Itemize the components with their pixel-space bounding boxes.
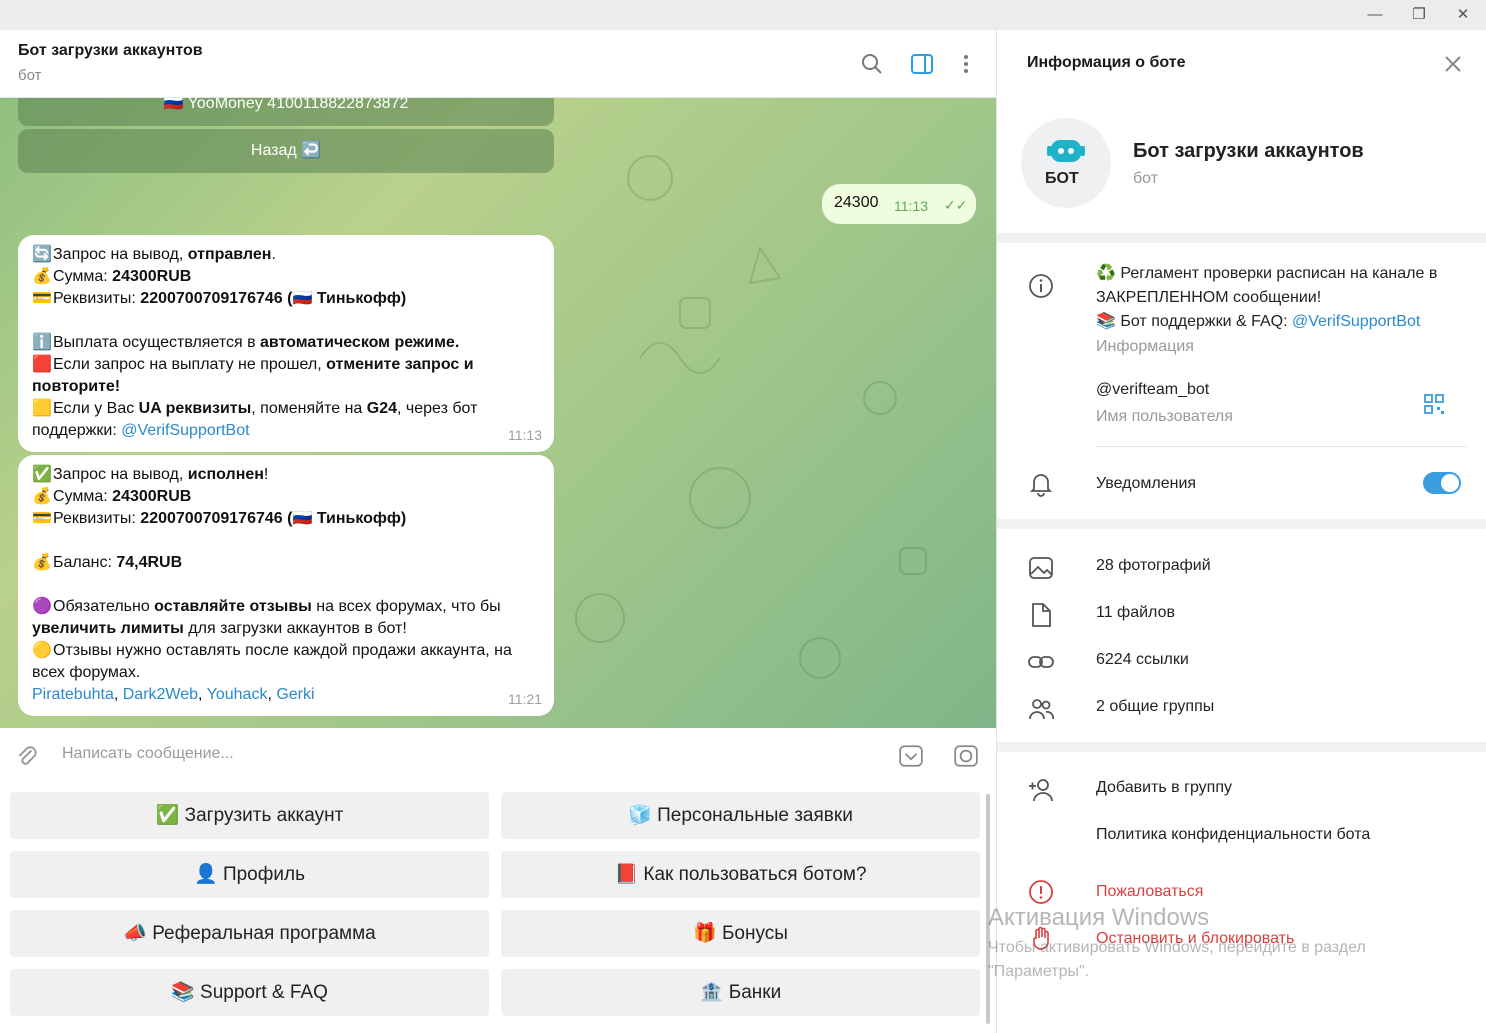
chat-title: Бот загрузки аккаунтов [18, 42, 203, 59]
username-link[interactable]: @verifteam_bot [1096, 381, 1209, 399]
profile-button[interactable]: 👤 Профиль [10, 851, 489, 898]
file-icon [1032, 603, 1051, 627]
username-label: Имя пользователя [1096, 408, 1233, 425]
bot-name: Бот загрузки аккаунтов [1133, 140, 1364, 162]
message-composer[interactable]: Написать сообщение... [0, 728, 996, 784]
message-line: 💳Реквизиты: 2200700709176746 (🇷🇺 Тинькоф… [32, 510, 407, 527]
upload-account-button[interactable]: ✅ Загрузить аккаунт [10, 792, 489, 839]
message-line: 🟣Обязательно оставляйте отзывы на всех ф… [32, 598, 501, 637]
links-count[interactable]: 6224 ссылки [1096, 651, 1189, 669]
forum-link[interactable]: Youhack [207, 686, 268, 703]
message-line: 🟡Отзывы нужно оставлять после каждой про… [32, 642, 512, 681]
bot-keyboard-icon[interactable] [898, 743, 924, 769]
window-titlebar: — ❐ ✕ [0, 0, 1486, 30]
personal-requests-button[interactable]: 🧊 Персональные заявки [501, 792, 980, 839]
message-line: 💰Сумма: 24300RUB [32, 488, 192, 505]
more-menu-icon[interactable] [954, 52, 978, 76]
forum-link[interactable]: Dark2Web [123, 686, 198, 703]
message-line: 🟥Если запрос на выплату не прошел, отмен… [32, 356, 474, 395]
files-count[interactable]: 11 файлов [1096, 604, 1175, 622]
reply-keyboard: ✅ Загрузить аккаунт 🧊 Персональные заявк… [0, 784, 996, 1033]
support-bot-link[interactable]: @VerifSupportBot [121, 422, 249, 439]
outgoing-message-time: 11:13 [894, 198, 928, 214]
notifications-label: Уведомления [1096, 475, 1197, 492]
message-input[interactable]: Написать сообщение... [62, 745, 234, 763]
avatar-label: БОТ [1045, 170, 1079, 187]
message-line: 💰Баланс: 74,4RUB [32, 554, 183, 571]
windows-activation-watermark: Активация Windows Чтобы активировать Win… [988, 904, 1366, 980]
divider [997, 233, 1486, 243]
divider [997, 519, 1486, 529]
close-icon[interactable] [1443, 54, 1463, 74]
how-to-use-button[interactable]: 📕 Как пользоваться ботом? [501, 851, 980, 898]
photos-count[interactable]: 28 фотографий [1096, 557, 1211, 575]
divider [1096, 446, 1466, 447]
toggle-knob [1441, 474, 1459, 492]
bot-info-panel: Информация о боте БОТ Бот загрузки аккау… [996, 30, 1486, 1033]
message-line: ℹ️Выплата осуществляется в автоматическо… [32, 334, 460, 351]
message-line: 💰Сумма: 24300RUB [32, 268, 192, 285]
bot-face-icon [1047, 140, 1085, 162]
bonuses-button[interactable]: 🎁 Бонусы [501, 910, 980, 957]
chat-header[interactable]: Бот загрузки аккаунтов бот [0, 30, 996, 98]
info-label: Информация [1096, 338, 1194, 355]
inline-button-yoomoney[interactable]: 🇷🇺 YooMoney 4100118822873872 [18, 98, 554, 126]
message-line: ✅Запрос на вывод, исполнен! [32, 466, 269, 483]
message-line: Piratebuhta, Dark2Web, Youhack, Gerki [32, 686, 315, 703]
notifications-toggle[interactable] [1423, 472, 1461, 494]
banks-button[interactable]: 🏦 Банки [501, 969, 980, 1016]
bot-subtitle: бот [1133, 170, 1159, 187]
avatar[interactable]: БОТ [1021, 118, 1111, 208]
photo-icon [1029, 557, 1053, 579]
chat-messages-area[interactable]: 🇷🇺 YooMoney 4100118822873872 Назад ↩️ 24… [0, 98, 996, 728]
support-bot-link[interactable]: @VerifSupportBot [1292, 313, 1420, 330]
divider [997, 742, 1486, 752]
close-window-button[interactable]: ✕ [1452, 4, 1474, 26]
add-to-group-button[interactable]: Добавить в группу [1096, 779, 1232, 797]
support-faq-button[interactable]: 📚 Support & FAQ [10, 969, 489, 1016]
outgoing-message[interactable]: 24300 11:13 ✓✓ [822, 184, 976, 224]
qr-code-icon[interactable] [1423, 393, 1445, 415]
privacy-policy-button[interactable]: Политика конфиденциальности бота [1096, 826, 1370, 844]
message-line: 🟨Если у Вас UA реквизиты, поменяйте на G… [32, 400, 478, 439]
chat-subtitle: бот [18, 67, 42, 84]
message-line: 🔄Запрос на вывод, отправлен. [32, 246, 276, 263]
read-checkmarks-icon: ✓✓ [944, 197, 968, 213]
report-button[interactable]: Пожаловаться [1096, 883, 1203, 901]
minimize-button[interactable]: — [1364, 4, 1386, 26]
incoming-message-withdraw-sent[interactable]: 🔄Запрос на вывод, отправлен. 💰Сумма: 243… [18, 235, 554, 452]
report-icon [1029, 880, 1053, 904]
outgoing-message-text: 24300 [834, 194, 879, 211]
referral-program-button[interactable]: 📣 Реферальная программа [10, 910, 489, 957]
bell-icon [1029, 474, 1053, 497]
link-icon [1028, 656, 1054, 668]
inline-button-back[interactable]: Назад ↩️ [18, 129, 554, 173]
forum-link[interactable]: Piratebuhta [32, 686, 114, 703]
info-icon [1029, 274, 1053, 298]
search-icon[interactable] [860, 52, 884, 76]
add-user-icon [1029, 779, 1053, 802]
incoming-message-withdraw-done[interactable]: ✅Запрос на вывод, исполнен! 💰Сумма: 2430… [18, 455, 554, 716]
groups-icon [1029, 699, 1054, 720]
common-groups-count[interactable]: 2 общие группы [1096, 698, 1214, 716]
forum-link[interactable]: Gerki [276, 686, 314, 703]
attach-icon[interactable] [14, 744, 40, 770]
maximize-button[interactable]: ❐ [1408, 4, 1430, 26]
sidebar-toggle-icon[interactable] [910, 52, 934, 76]
message-time: 11:21 [508, 691, 542, 707]
panel-title: Информация о боте [1027, 54, 1186, 71]
message-time: 11:13 [508, 427, 542, 443]
bot-description: ♻️ Регламент проверки расписан на канале… [1096, 265, 1438, 330]
camera-icon[interactable] [953, 743, 979, 769]
message-line: 💳Реквизиты: 2200700709176746 (🇷🇺 Тинькоф… [32, 290, 407, 307]
